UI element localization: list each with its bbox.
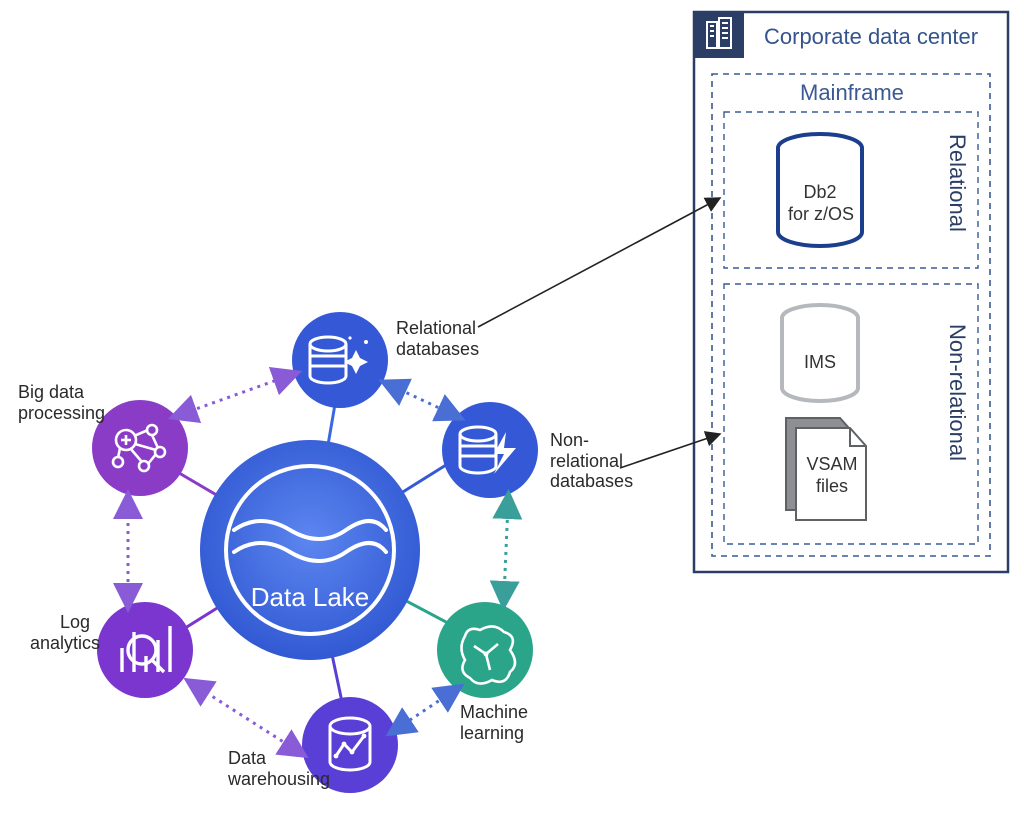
label-relational-databases: Relational databases <box>396 318 479 359</box>
relational-heading: Relational <box>944 134 970 232</box>
label-nonrelational-databases: Non- relational databases <box>550 430 633 492</box>
diagram-svg <box>0 0 1024 822</box>
node-machine-learning <box>437 602 533 698</box>
label-big-data-processing: Big data processing <box>18 382 105 423</box>
vsam-label-2: files <box>802 476 862 497</box>
corporate-data-center-title: Corporate data center <box>764 24 978 50</box>
connector-nonrel-ml <box>504 504 508 596</box>
label-machine-learning: Machine learning <box>460 702 528 743</box>
node-nonrelational-databases <box>442 402 538 498</box>
label-data-warehousing: Data warehousing <box>228 748 330 789</box>
ims-label: IMS <box>800 352 840 373</box>
db2-label-2: for z/OS <box>784 204 858 225</box>
nonrelational-heading: Non-relational <box>944 324 970 461</box>
arrow-relational-to-db2 <box>478 198 720 327</box>
node-relational-databases <box>292 312 388 408</box>
node-big-data-processing <box>92 400 188 496</box>
db2-label-1: Db2 <box>798 182 842 203</box>
node-log-analytics <box>97 602 193 698</box>
connector-ml-dw <box>398 692 452 728</box>
connector-bigdata-rel <box>182 376 288 414</box>
connector-rel-nonrel <box>392 386 452 414</box>
label-log-analytics: Log analytics <box>30 612 90 653</box>
data-lake-center <box>140 375 480 740</box>
data-lake-label: Data Lake <box>210 582 410 613</box>
mainframe-title: Mainframe <box>800 80 904 106</box>
diagram-stage: Data Lake Relational databases Non- rela… <box>0 0 1024 822</box>
connector-dw-log <box>196 686 296 750</box>
vsam-label-1: VSAM <box>802 454 862 475</box>
